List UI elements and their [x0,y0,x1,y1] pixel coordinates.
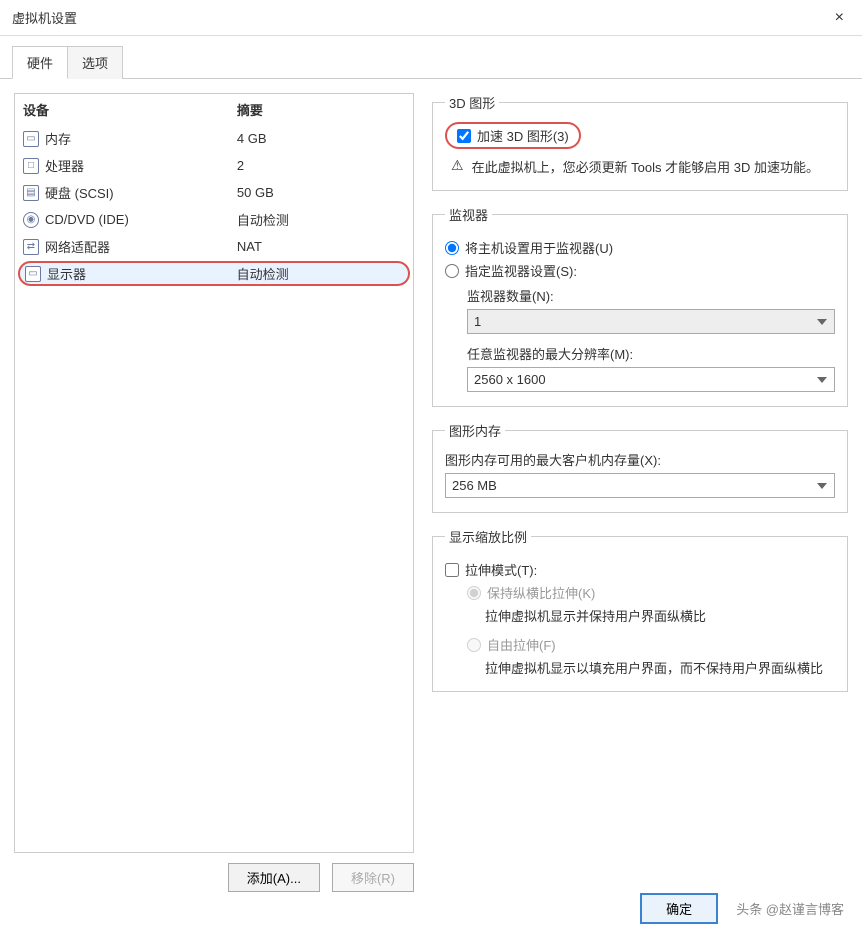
radio-keep-ratio-input [467,586,481,600]
legend-vram: 图形内存 [445,421,505,440]
stretch-mode-label: 拉伸模式(T): [465,560,537,579]
vram-label: 图形内存可用的最大客户机内存量(X): [445,450,835,469]
legend-3d: 3D 图形 [445,93,499,112]
radio-specify-input[interactable] [445,264,459,278]
device-summary: 自动检测 [237,210,405,229]
radio-free-stretch: 自由拉伸(F) [467,635,835,654]
close-icon[interactable]: × [829,9,850,27]
legend-scale: 显示缩放比例 [445,527,531,546]
add-button[interactable]: 添加(A)... [228,863,320,892]
legend-monitors: 监视器 [445,205,492,224]
group-scale: 显示缩放比例 拉伸模式(T): 保持纵横比拉伸(K) 拉伸虚拟机显示并保持用户界… [432,527,848,692]
maxres-label: 任意监视器的最大分辨率(M): [467,344,835,363]
display-icon: ▭ [25,266,41,282]
table-row[interactable]: ▭ 内存 4 GB [15,125,413,152]
table-row[interactable]: ▤ 硬盘 (SCSI) 50 GB [15,179,413,206]
device-name: CD/DVD (IDE) [45,212,129,227]
device-name: 网络适配器 [45,237,110,256]
accel-3d-checkbox[interactable] [457,129,471,143]
hdd-icon: ▤ [23,185,39,201]
radio-free-stretch-label: 自由拉伸(F) [487,635,556,654]
group-3d-graphics: 3D 图形 加速 3D 图形(3) ⚠ 在此虚拟机上，您必须更新 Tools 才… [432,93,848,191]
device-summary: 2 [237,158,405,173]
radio-free-stretch-input [467,638,481,652]
vram-select[interactable]: 256 MB [445,473,835,498]
device-summary: 50 GB [237,185,405,200]
group-vram: 图形内存 图形内存可用的最大客户机内存量(X): 256 MB [432,421,848,513]
accel-3d-label: 加速 3D 图形(3) [477,126,569,145]
device-name: 硬盘 (SCSI) [45,183,114,202]
hardware-table: 设备 摘要 ▭ 内存 4 GB □ 处理器 2 ▤ 硬盘 (SCSI) 50 GB ◉… [14,93,414,853]
disc-icon: ◉ [23,212,39,228]
watermark-text: 头条 @赵谨言博客 [736,899,844,918]
warning-icon: ⚠ [451,157,464,176]
device-name: 处理器 [45,156,84,175]
device-name: 显示器 [47,264,86,283]
device-summary: NAT [237,239,405,254]
stretch-mode-input[interactable] [445,563,459,577]
col-device: 设备 [23,100,237,119]
radio-keep-ratio: 保持纵横比拉伸(K) [467,583,835,602]
radio-keep-ratio-label: 保持纵横比拉伸(K) [487,583,595,602]
monitor-count-label: 监视器数量(N): [467,286,835,305]
group-monitors: 监视器 将主机设置用于监视器(U) 指定监视器设置(S): 监视器数量(N): … [432,205,848,407]
radio-use-host[interactable]: 将主机设置用于监视器(U) [445,238,835,257]
table-row[interactable]: ◉ CD/DVD (IDE) 自动检测 [15,206,413,233]
free-stretch-desc: 拉伸虚拟机显示以填充用户界面，而不保持用户界面纵横比 [485,658,835,677]
device-name: 内存 [45,129,71,148]
accel-3d-checkbox-wrap[interactable]: 加速 3D 图形(3) [445,122,581,149]
window-title: 虚拟机设置 [12,8,829,27]
keep-ratio-desc: 拉伸虚拟机显示并保持用户界面纵横比 [485,606,835,625]
tab-hardware[interactable]: 硬件 [12,46,68,79]
radio-use-host-label: 将主机设置用于监视器(U) [465,238,613,257]
warning-text: 在此虚拟机上，您必须更新 Tools 才能够启用 3D 加速功能。 [472,157,819,176]
col-summary: 摘要 [237,100,405,119]
maxres-select[interactable]: 2560 x 1600 [467,367,835,392]
radio-specify[interactable]: 指定监视器设置(S): [445,261,835,280]
table-row[interactable]: ⇄ 网络适配器 NAT [15,233,413,260]
radio-use-host-input[interactable] [445,241,459,255]
device-summary: 自动检测 [237,264,403,283]
net-icon: ⇄ [23,239,39,255]
stretch-mode-checkbox[interactable]: 拉伸模式(T): [445,560,835,579]
table-row-display[interactable]: ▭ 显示器 自动检测 [18,261,410,286]
table-row[interactable]: □ 处理器 2 [15,152,413,179]
cpu-icon: □ [23,158,39,174]
radio-specify-label: 指定监视器设置(S): [465,261,577,280]
device-summary: 4 GB [237,131,405,146]
monitor-count-select: 1 [467,309,835,334]
remove-button: 移除(R) [332,863,414,892]
ram-icon: ▭ [23,131,39,147]
tab-options[interactable]: 选项 [67,46,123,79]
ok-button[interactable]: 确定 [640,893,718,924]
